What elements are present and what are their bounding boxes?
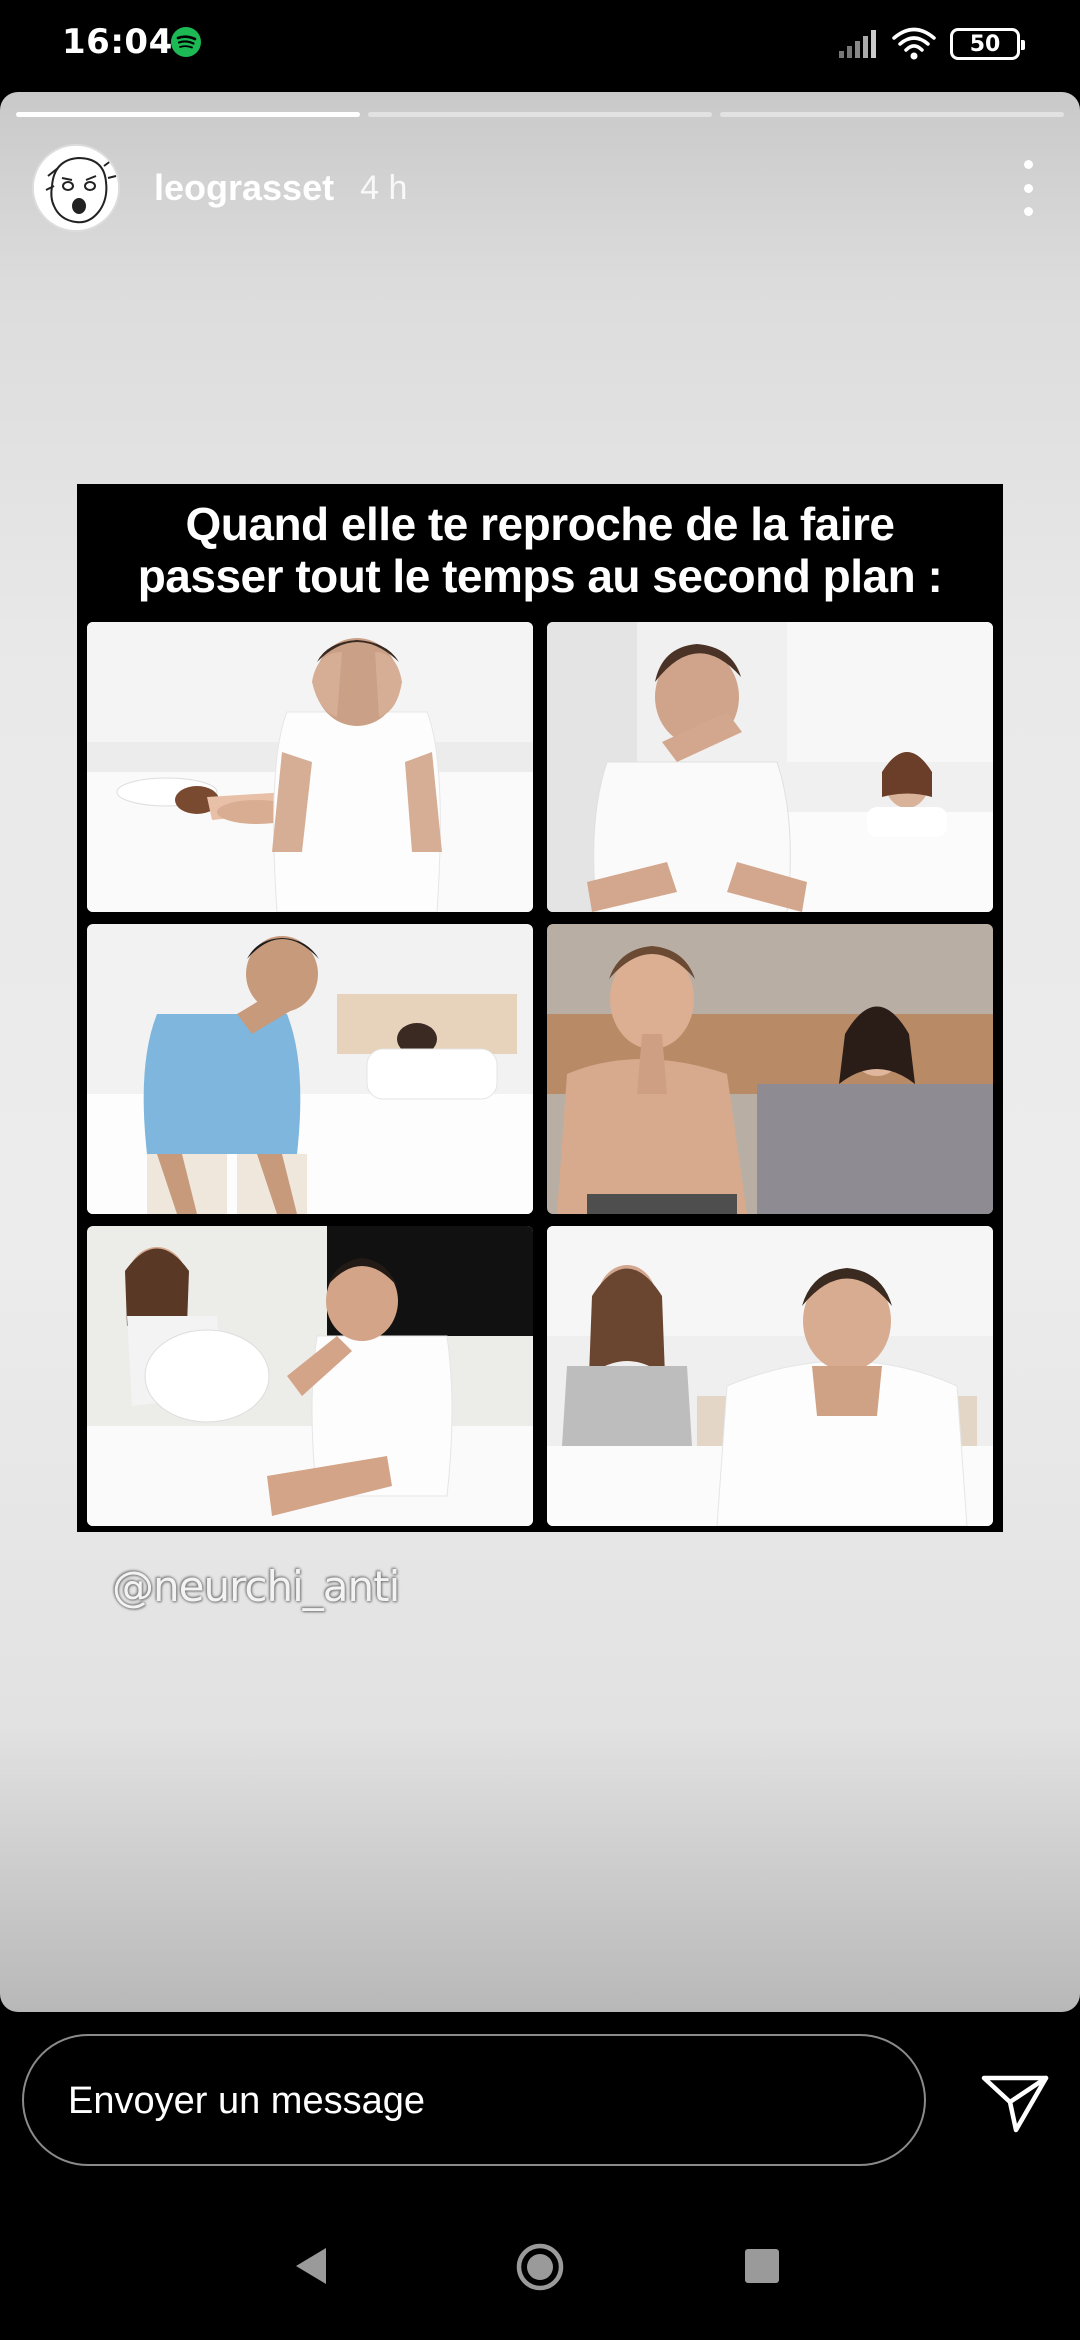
more-options-button[interactable] <box>1008 160 1048 216</box>
message-placeholder: Envoyer un message <box>68 2080 425 2122</box>
avatar[interactable] <box>32 144 120 232</box>
meme-image: Quand elle te reproche de la faire passe… <box>77 484 1003 1532</box>
battery-level: 50 <box>969 31 1001 57</box>
battery-icon: 50 <box>950 28 1025 60</box>
message-input[interactable]: Envoyer un message <box>22 2034 926 2166</box>
dot-icon <box>1023 160 1033 169</box>
meme-photo <box>547 924 993 1214</box>
progress-segment <box>368 112 712 117</box>
meme-photo <box>547 622 993 912</box>
progress-segment <box>720 112 1064 117</box>
progress-fill <box>16 112 360 117</box>
story-header: leograsset 4 h <box>32 144 1048 232</box>
signal-icon <box>839 30 876 58</box>
meme-photo <box>87 924 533 1214</box>
wifi-icon <box>892 27 936 60</box>
meme-photo <box>87 622 533 912</box>
avatar-drawing-icon <box>34 146 118 230</box>
meme-photo <box>547 1226 993 1526</box>
meme-caption-line: Quand elle te reproche de la faire <box>185 498 895 550</box>
meme-caption: Quand elle te reproche de la faire passe… <box>77 498 1003 602</box>
meme-caption-line: passer tout le temps au second plan : <box>137 550 943 602</box>
status-bar: 16:04 50 <box>0 0 1080 92</box>
send-icon[interactable] <box>980 2072 1050 2134</box>
dot-icon <box>1023 183 1033 193</box>
story-card[interactable]: leograsset 4 h Quand elle te reproche de… <box>0 92 1080 2012</box>
username[interactable]: leograsset <box>154 167 334 209</box>
meme-photo <box>87 1226 533 1526</box>
reply-bar: Envoyer un message <box>0 2012 1080 2192</box>
story-progress <box>16 112 1064 118</box>
spotify-icon <box>171 27 201 57</box>
status-icons: 50 <box>838 24 1025 64</box>
status-time: 16:04 <box>62 22 173 62</box>
home-icon[interactable] <box>515 2242 565 2292</box>
navigation-bar <box>0 2192 1080 2340</box>
meme-photo-grid <box>87 622 993 1526</box>
back-icon[interactable] <box>290 2244 330 2288</box>
mention-sticker[interactable]: @neurchi_anti <box>112 1562 400 1611</box>
timestamp: 4 h <box>360 168 408 207</box>
recents-icon[interactable] <box>745 2249 779 2283</box>
progress-segment <box>16 112 360 117</box>
dot-icon <box>1023 207 1033 216</box>
